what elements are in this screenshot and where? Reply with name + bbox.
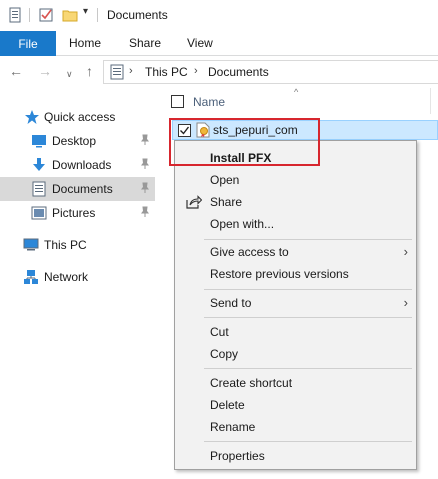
documents-location-icon: [110, 64, 124, 80]
menu-separator: [204, 441, 412, 442]
nav-label: Network: [44, 270, 89, 284]
menu-item-create-shortcut[interactable]: Create shortcut: [175, 372, 416, 394]
breadcrumb-chevron-icon[interactable]: ›: [129, 65, 133, 77]
submenu-chevron-icon: ›: [403, 295, 408, 310]
new-folder-icon[interactable]: [62, 7, 78, 23]
sort-ascending-icon: ^: [294, 87, 299, 97]
menu-item-open[interactable]: Open: [175, 169, 416, 191]
context-menu: Install PFX Open Share Open with... Give…: [174, 140, 417, 470]
submenu-chevron-icon: ›: [403, 244, 408, 259]
menu-item-label: Share: [210, 195, 243, 209]
menu-item-label: Restore previous versions: [210, 267, 349, 281]
pin-icon[interactable]: [139, 158, 151, 170]
up-arrow-icon[interactable]: ↑: [86, 63, 93, 79]
menu-item-label: Open with...: [210, 217, 275, 231]
menu-item-label: Delete: [210, 398, 245, 412]
network-icon: [24, 270, 38, 284]
menu-item-send-to[interactable]: Send to ›: [175, 292, 416, 314]
nav-label: This PC: [44, 238, 87, 252]
nav-label: Downloads: [52, 158, 112, 172]
menu-item-label: Send to: [210, 296, 252, 310]
tab-view[interactable]: View: [187, 36, 213, 50]
nav-item-desktop[interactable]: Desktop: [0, 129, 155, 153]
recent-locations-chevron-icon[interactable]: ∨: [66, 66, 73, 82]
select-all-checkbox[interactable]: [171, 95, 184, 108]
computer-icon: [23, 238, 39, 251]
desktop-icon: [32, 135, 46, 148]
toolbar-separator: [29, 8, 30, 22]
nav-item-network[interactable]: Network: [0, 265, 155, 289]
menu-separator: [204, 239, 412, 240]
column-separator[interactable]: [430, 88, 431, 114]
menu-item-label: Give access to: [210, 245, 289, 259]
documents-icon: [32, 181, 46, 197]
menu-item-rename[interactable]: Rename: [175, 416, 416, 438]
menu-item-copy[interactable]: Copy: [175, 343, 416, 365]
menu-item-label: Rename: [210, 420, 256, 434]
nav-item-quick-access[interactable]: Quick access: [0, 105, 155, 129]
address-bar[interactable]: › This PC › Documents: [103, 60, 438, 84]
title-bar: ▾ Documents: [0, 0, 438, 31]
pin-icon[interactable]: [139, 182, 151, 194]
menu-item-label: Create shortcut: [210, 376, 293, 390]
nav-label: Quick access: [44, 110, 116, 124]
column-header: ^ Name: [162, 87, 438, 114]
menu-item-restore-previous-versions[interactable]: Restore previous versions: [175, 263, 416, 285]
nav-item-this-pc[interactable]: This PC: [0, 233, 155, 257]
nav-item-downloads[interactable]: Downloads: [0, 153, 155, 177]
ribbon-tabs: File Home Share View: [0, 31, 438, 56]
column-name-header[interactable]: Name: [193, 95, 225, 109]
menu-separator: [204, 289, 412, 290]
menu-separator: [204, 368, 412, 369]
star-icon: [25, 110, 39, 124]
menu-item-label: Copy: [210, 347, 239, 361]
download-icon: [33, 158, 45, 171]
breadcrumb-chevron-icon[interactable]: ›: [194, 65, 198, 77]
pictures-icon: [31, 206, 47, 220]
menu-item-open-with[interactable]: Open with...: [175, 213, 416, 235]
menu-item-delete[interactable]: Delete: [175, 394, 416, 416]
window-title: Documents: [107, 8, 168, 22]
toolbar-separator: [97, 8, 98, 22]
properties-icon[interactable]: [7, 7, 23, 23]
highlight-box: [169, 118, 320, 166]
nav-item-pictures[interactable]: Pictures: [0, 201, 155, 225]
checklist-icon[interactable]: [38, 7, 54, 23]
nav-label: Pictures: [52, 206, 96, 220]
menu-item-properties[interactable]: Properties: [175, 445, 416, 467]
menu-separator: [204, 317, 412, 318]
nav-item-documents[interactable]: Documents: [0, 177, 155, 201]
tab-home[interactable]: Home: [69, 36, 101, 50]
tab-share[interactable]: Share: [129, 36, 161, 50]
menu-item-label: Cut: [210, 325, 229, 339]
nav-label: Desktop: [52, 134, 97, 148]
pin-icon[interactable]: [139, 134, 151, 146]
menu-item-label: Properties: [210, 449, 265, 463]
tab-file[interactable]: File: [0, 31, 56, 56]
back-arrow-icon[interactable]: ←: [9, 63, 23, 79]
navigation-pane: Quick access Desktop Downloads Documents: [0, 88, 162, 479]
share-icon: [186, 195, 202, 209]
menu-item-label: Open: [210, 173, 240, 187]
customize-toolbar-chevron-icon[interactable]: ▾: [83, 6, 88, 17]
breadcrumb-this-pc[interactable]: This PC: [145, 65, 188, 79]
breadcrumb-documents[interactable]: Documents: [208, 65, 269, 79]
navigation-bar: ← → ∨ ↑ › This PC › Documents: [0, 56, 438, 88]
nav-label: Documents: [52, 182, 113, 196]
menu-item-share[interactable]: Share: [175, 191, 416, 213]
forward-arrow-icon[interactable]: →: [38, 63, 52, 79]
menu-item-give-access-to[interactable]: Give access to ›: [175, 241, 416, 263]
pin-icon[interactable]: [139, 206, 151, 218]
menu-item-cut[interactable]: Cut: [175, 321, 416, 343]
